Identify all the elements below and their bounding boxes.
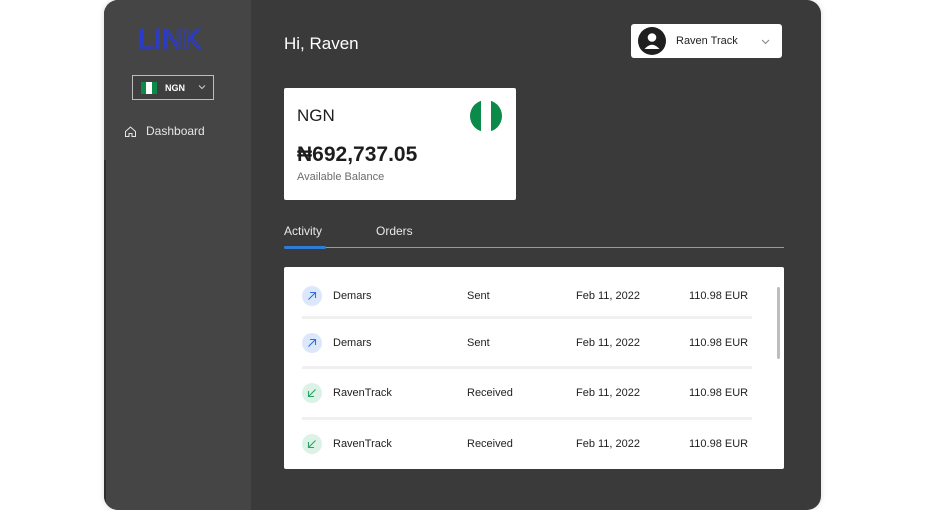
activity-list: Demars Sent Feb 11, 2022 110.98 EUR Dema… — [284, 267, 784, 469]
nigeria-flag-icon — [141, 81, 157, 94]
transaction-amount: 110.98 EUR — [689, 438, 749, 450]
scrollbar[interactable] — [777, 287, 780, 359]
sidebar-item-label: Dashboard — [146, 124, 205, 138]
list-item[interactable]: Demars Sent Feb 11, 2022 110.98 EUR — [302, 272, 752, 320]
chevron-down-icon — [198, 85, 206, 90]
balance-amount: ₦692,737.05 — [297, 143, 418, 166]
transaction-name: RavenTrack — [333, 438, 392, 450]
balance-card: NGN ₦692,737.05 Available Balance — [284, 88, 516, 200]
arrow-up-right-icon — [302, 333, 322, 353]
transaction-name: Demars — [333, 337, 372, 349]
arrow-down-left-icon — [302, 434, 322, 454]
arrow-up-right-icon — [302, 286, 322, 306]
tab-orders[interactable]: Orders — [376, 224, 413, 238]
avatar — [638, 27, 666, 55]
currency-select-value: NGN — [165, 82, 185, 93]
sidebar: LINK NGN Dashboard — [104, 0, 251, 510]
user-menu-button[interactable]: Raven Track — [631, 24, 782, 58]
transaction-type: Sent — [467, 290, 490, 302]
transaction-date: Feb 11, 2022 — [576, 438, 641, 450]
page-greeting: Hi, Raven — [284, 34, 359, 53]
chevron-down-icon — [761, 39, 770, 45]
arrow-down-left-icon — [302, 383, 322, 403]
user-icon — [644, 33, 660, 49]
balance-currency: NGN — [297, 106, 335, 125]
svg-text:LINK: LINK — [138, 24, 202, 54]
transaction-amount: 110.98 EUR — [689, 337, 749, 349]
tab-bar: Activity Orders — [284, 218, 784, 250]
home-icon — [125, 125, 136, 137]
user-name: Raven Track — [676, 35, 738, 47]
nigeria-flag-icon — [470, 100, 502, 132]
transaction-date: Feb 11, 2022 — [576, 337, 641, 349]
list-item[interactable]: RavenTrack Received Feb 11, 2022 110.98 … — [302, 369, 752, 417]
tab-activity[interactable]: Activity — [284, 224, 322, 238]
sidebar-divider — [104, 160, 106, 510]
app-window: LINK NGN Dashboard Hi, Raven Raven Track… — [104, 0, 821, 510]
sidebar-item-dashboard[interactable]: Dashboard — [124, 124, 205, 138]
list-item[interactable]: Demars Sent Feb 11, 2022 110.98 EUR — [302, 319, 752, 367]
transaction-amount: 110.98 EUR — [689, 290, 749, 302]
transaction-name: RavenTrack — [333, 387, 392, 399]
transaction-type: Received — [467, 438, 513, 450]
transaction-date: Feb 11, 2022 — [576, 290, 641, 302]
transaction-type: Sent — [467, 337, 490, 349]
list-item[interactable]: RavenTrack Received Feb 11, 2022 110.98 … — [302, 420, 752, 468]
transaction-name: Demars — [333, 290, 372, 302]
link-logo: LINK — [138, 23, 202, 54]
transaction-date: Feb 11, 2022 — [576, 387, 641, 399]
tab-divider — [284, 247, 784, 248]
balance-label: Available Balance — [297, 171, 385, 183]
tab-active-indicator — [284, 246, 326, 249]
currency-select[interactable]: NGN — [132, 75, 214, 100]
transaction-amount: 110.98 EUR — [689, 387, 749, 399]
transaction-type: Received — [467, 387, 513, 399]
